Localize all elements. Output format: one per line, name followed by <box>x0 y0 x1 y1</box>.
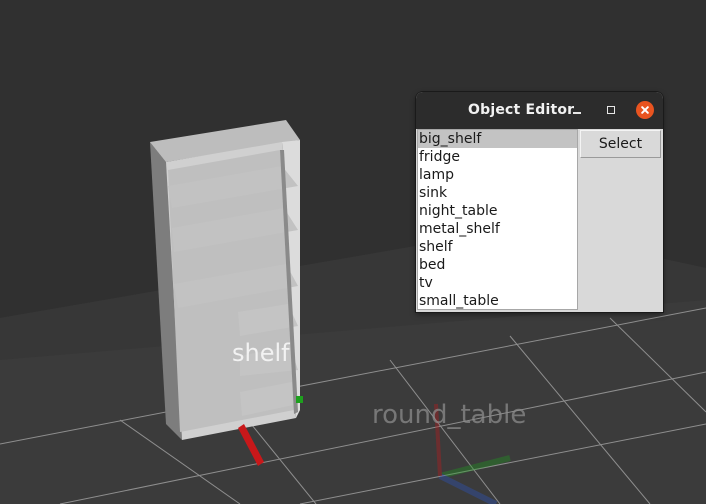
shelf-model[interactable] <box>150 120 300 440</box>
window-titlebar[interactable]: Object Editor <box>416 92 663 129</box>
list-item[interactable]: bed <box>418 256 577 274</box>
list-item[interactable]: night_table <box>418 202 577 220</box>
list-item[interactable]: shelf <box>418 238 577 256</box>
maximize-icon[interactable] <box>602 101 620 119</box>
object-editor-window: Object Editor big_shelf fridge lamp sink… <box>416 92 663 312</box>
object-listbox[interactable]: big_shelf fridge lamp sink night_table m… <box>417 129 578 310</box>
list-item[interactable]: big_shelf <box>418 130 577 148</box>
list-item[interactable]: fridge <box>418 148 577 166</box>
list-item[interactable]: metal_shelf <box>418 220 577 238</box>
y-axis-marker <box>296 396 303 403</box>
round-table-label: round_table <box>372 400 526 430</box>
window-title: Object Editor <box>468 102 575 118</box>
select-button[interactable]: Select <box>580 130 661 158</box>
close-icon[interactable] <box>636 101 654 119</box>
list-item[interactable]: sink <box>418 184 577 202</box>
shelf-label: shelf <box>232 339 290 367</box>
list-item[interactable]: small_table <box>418 292 577 309</box>
list-item[interactable]: tv <box>418 274 577 292</box>
minimize-icon[interactable] <box>569 101 587 119</box>
list-item[interactable]: lamp <box>418 166 577 184</box>
